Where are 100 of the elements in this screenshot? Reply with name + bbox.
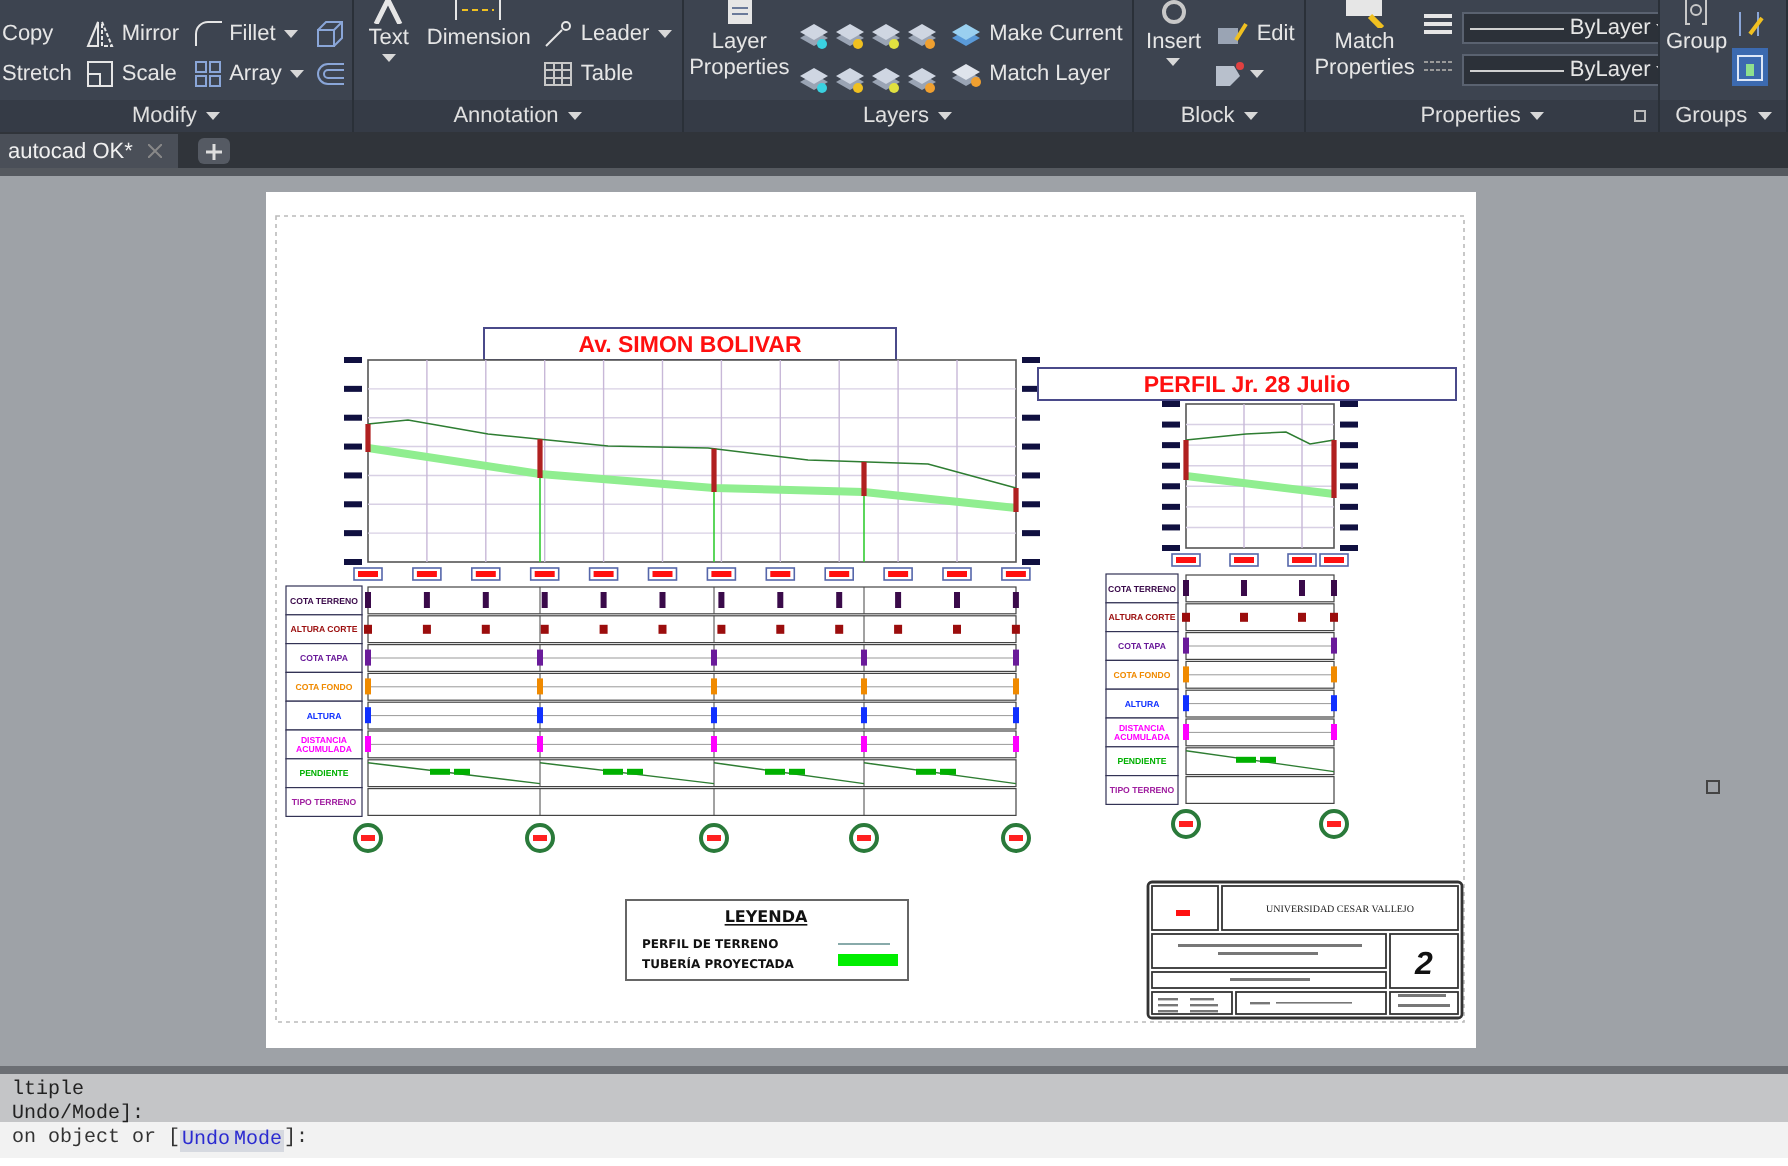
station-marker xyxy=(699,823,729,853)
tool-button[interactable]: Table xyxy=(540,54,676,92)
station-marker xyxy=(1319,809,1349,839)
selection-icon xyxy=(1734,53,1767,81)
tool-button[interactable]: Layer Properties xyxy=(689,0,790,82)
command-option[interactable]: Mode xyxy=(232,1129,285,1151)
command-history-line: Undo/Mode]: xyxy=(12,1104,147,1127)
tool-button[interactable]: Leader xyxy=(540,14,676,52)
drop-line xyxy=(539,477,541,563)
station-tag xyxy=(412,567,442,581)
layer-icon xyxy=(905,21,938,49)
caret-icon xyxy=(938,112,953,120)
tool-button[interactable]: Text xyxy=(360,0,417,62)
block-attribute-icon xyxy=(1214,59,1247,87)
tool-button[interactable]: Make Current xyxy=(945,14,1127,52)
manhole-bar xyxy=(1183,440,1189,480)
tool-button[interactable]: Array xyxy=(189,54,308,92)
tool-button[interactable]: Insert xyxy=(1140,0,1207,66)
lineweight-icon xyxy=(1422,12,1455,40)
manhole-bar xyxy=(365,424,371,452)
legend-title: LEYENDA xyxy=(724,908,808,926)
station-marker xyxy=(525,823,555,853)
layer-icon xyxy=(797,65,830,93)
layer-icon xyxy=(833,65,866,93)
layer-icon xyxy=(905,65,938,93)
tool-button[interactable]: Match Layer xyxy=(945,54,1127,92)
group-icon xyxy=(1680,0,1713,28)
mirror-icon xyxy=(85,19,114,47)
legend-swatch xyxy=(838,954,898,966)
tool-button[interactable]: Fillet xyxy=(189,14,308,52)
sheet-number: 2 xyxy=(1415,948,1433,982)
tool-button[interactable]: Edit xyxy=(1212,14,1299,52)
station-tag xyxy=(529,567,560,581)
station-marker xyxy=(1001,823,1031,853)
station-tag xyxy=(706,567,737,581)
drop-line xyxy=(713,491,715,563)
command-prompt: ]: xyxy=(284,1125,309,1154)
panel-title-button[interactable]: Annotation xyxy=(354,100,682,132)
manhole-bar xyxy=(861,461,867,496)
station-marker xyxy=(353,823,383,853)
station-tag xyxy=(471,567,501,581)
caret-icon xyxy=(568,112,583,120)
dimension-icon xyxy=(452,0,505,24)
scale-icon xyxy=(85,59,114,87)
tool-button[interactable] xyxy=(1732,48,1769,86)
station-tag xyxy=(1171,553,1201,567)
leader-icon xyxy=(544,19,573,47)
tool-button[interactable]: Match Properties xyxy=(1312,0,1417,82)
profile-title: Av. SIMON BOLIVAR xyxy=(483,327,897,361)
station-tag xyxy=(883,567,913,581)
tool-button[interactable]: Group xyxy=(1666,0,1727,56)
close-icon xyxy=(148,144,163,158)
file-tab[interactable]: autocad OK* xyxy=(0,134,179,168)
block-edit-icon xyxy=(1216,19,1249,47)
fillet-icon xyxy=(193,19,222,47)
profile-title: PERFIL Jr. 28 Julio xyxy=(1037,367,1457,401)
layer-icon xyxy=(869,65,902,93)
tool-button[interactable]: Stretch xyxy=(0,54,76,92)
property-dropdown[interactable]: ByLayer xyxy=(1462,54,1659,86)
station-tag xyxy=(765,567,796,581)
layer-stack-icon xyxy=(949,59,982,87)
drop-line xyxy=(863,495,865,563)
panel-title-button[interactable]: Block xyxy=(1134,100,1305,132)
group-edit-icon xyxy=(1734,9,1767,37)
command-option[interactable]: Undo xyxy=(180,1129,233,1151)
caret-icon xyxy=(1530,112,1545,120)
array-icon xyxy=(193,59,222,87)
station-tag xyxy=(824,567,854,581)
layer-stack-icon xyxy=(949,19,982,47)
panel-title-button[interactable]: Properties xyxy=(1306,100,1659,132)
plus-icon xyxy=(206,143,223,159)
cube-icon xyxy=(315,19,344,47)
caret-icon xyxy=(1757,112,1772,120)
table-icon xyxy=(544,61,573,85)
new-tab-button[interactable] xyxy=(198,138,231,164)
manhole-bar xyxy=(711,448,717,492)
panel-title-button[interactable]: Modify xyxy=(0,100,353,132)
layer-icon xyxy=(869,21,902,49)
text-tool-icon xyxy=(370,0,407,24)
tool-button[interactable]: Mirror xyxy=(81,14,184,52)
panel-title-button[interactable]: Layers xyxy=(683,100,1133,132)
station-tag xyxy=(647,567,678,581)
station-tag xyxy=(1001,567,1031,581)
station-marker xyxy=(849,823,879,853)
tool-button[interactable]: Scale xyxy=(81,54,184,92)
panel-title-button[interactable]: Groups xyxy=(1660,100,1786,132)
grip-marker xyxy=(1706,780,1720,794)
property-dropdown[interactable]: ByLayer xyxy=(1462,12,1659,44)
layer-icon xyxy=(797,21,830,49)
caret-icon xyxy=(1244,112,1259,120)
manhole-bar xyxy=(537,439,543,478)
caret-icon xyxy=(206,112,221,120)
tool-button[interactable]: Copy xyxy=(0,14,76,52)
tool-button[interactable]: Dimension xyxy=(422,0,535,52)
offset-icon xyxy=(315,59,344,87)
layer-icon xyxy=(833,21,866,49)
command-prompt: on object or [ xyxy=(12,1125,181,1154)
caret-icon xyxy=(1250,69,1265,77)
manhole-bar xyxy=(1331,440,1337,498)
station-tag xyxy=(588,567,619,581)
